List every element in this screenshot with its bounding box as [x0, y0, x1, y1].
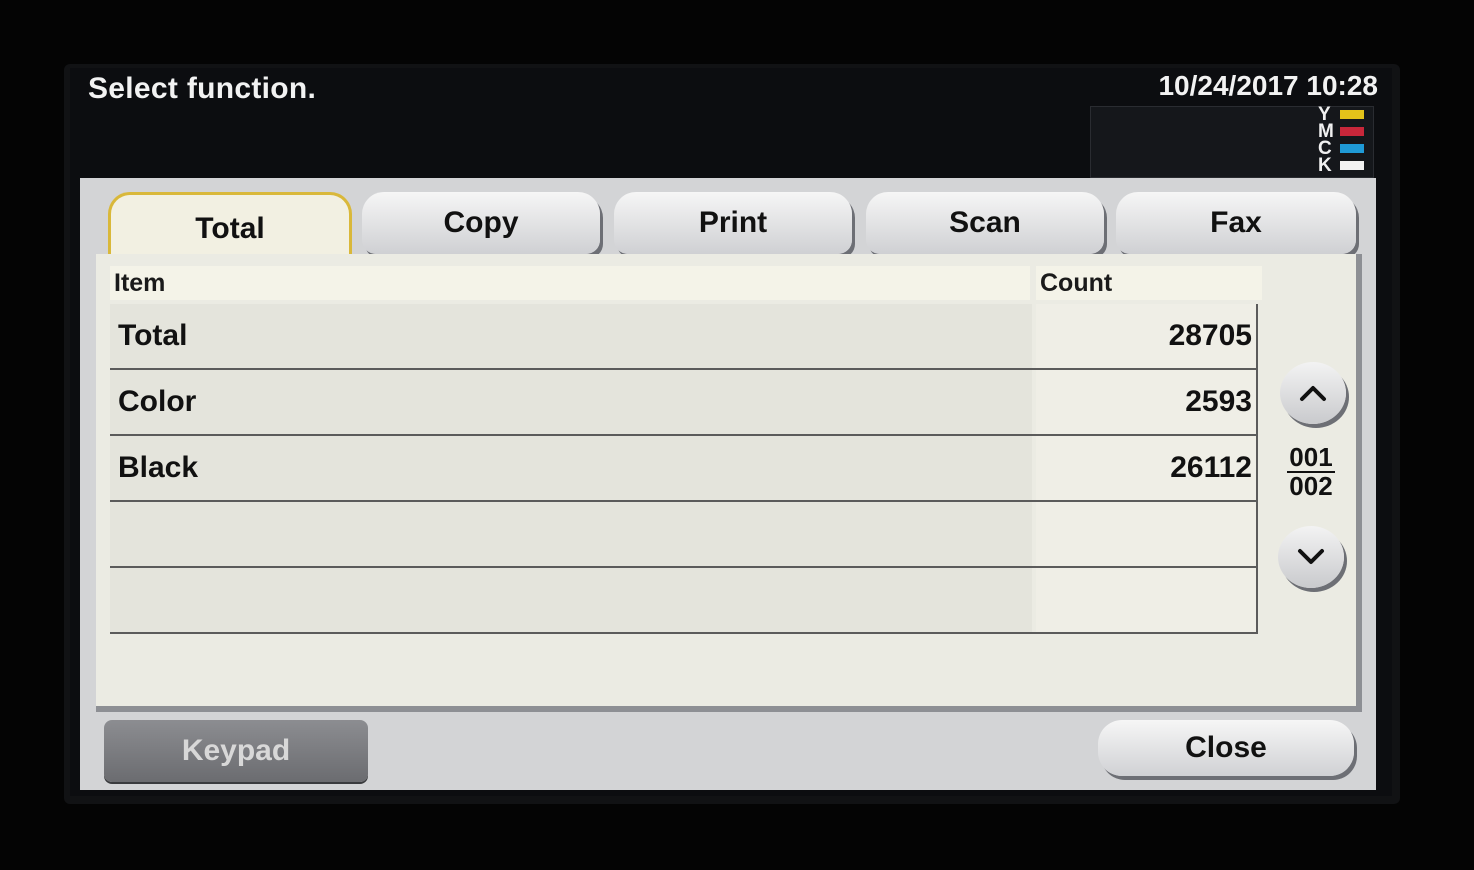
toner-black: K	[1318, 155, 1368, 176]
column-header-item: Item	[110, 266, 1030, 300]
date-time: 10/24/2017 10:28	[1158, 70, 1378, 101]
row-count	[1036, 568, 1258, 632]
page-current: 001	[1287, 442, 1335, 473]
row-item: Black	[110, 436, 1032, 500]
column-header-count: Count	[1036, 266, 1262, 300]
toner-swatch	[1340, 144, 1364, 153]
row-item: Total	[110, 304, 1032, 368]
row-count	[1036, 502, 1258, 566]
row-item: Color	[110, 370, 1032, 434]
tab-scan[interactable]: Scan	[866, 192, 1104, 254]
page-total: 002	[1289, 471, 1333, 501]
table-row: Black 26112	[110, 436, 1258, 502]
row-count: 2593	[1036, 370, 1258, 434]
row-item	[110, 502, 1032, 566]
tab-print[interactable]: Print	[614, 192, 852, 254]
toner-swatch	[1340, 127, 1364, 136]
row-count: 28705	[1036, 304, 1258, 368]
toner-swatch	[1340, 161, 1364, 170]
page-indicator: 001 002	[1280, 444, 1342, 500]
table-row: Total 28705	[110, 304, 1258, 370]
table-row	[110, 502, 1258, 568]
scroll-down-button[interactable]	[1278, 526, 1344, 588]
table-row: Color 2593	[110, 370, 1258, 436]
chevron-up-icon	[1300, 386, 1326, 401]
row-item	[110, 568, 1032, 632]
tab-copy[interactable]: Copy	[362, 192, 600, 254]
close-button[interactable]: Close	[1098, 720, 1354, 776]
toner-swatch	[1340, 110, 1364, 119]
toner-letter: K	[1318, 155, 1332, 176]
toner-levels: Y M C K	[1318, 104, 1368, 176]
tab-fax[interactable]: Fax	[1116, 192, 1356, 254]
chevron-down-icon	[1298, 549, 1324, 564]
keypad-button[interactable]: Keypad	[104, 720, 368, 782]
tab-total[interactable]: Total	[108, 192, 352, 262]
table-row	[110, 568, 1258, 634]
row-count: 26112	[1036, 436, 1258, 500]
scroll-up-button[interactable]	[1280, 362, 1346, 424]
header-message: Select function.	[88, 72, 317, 105]
